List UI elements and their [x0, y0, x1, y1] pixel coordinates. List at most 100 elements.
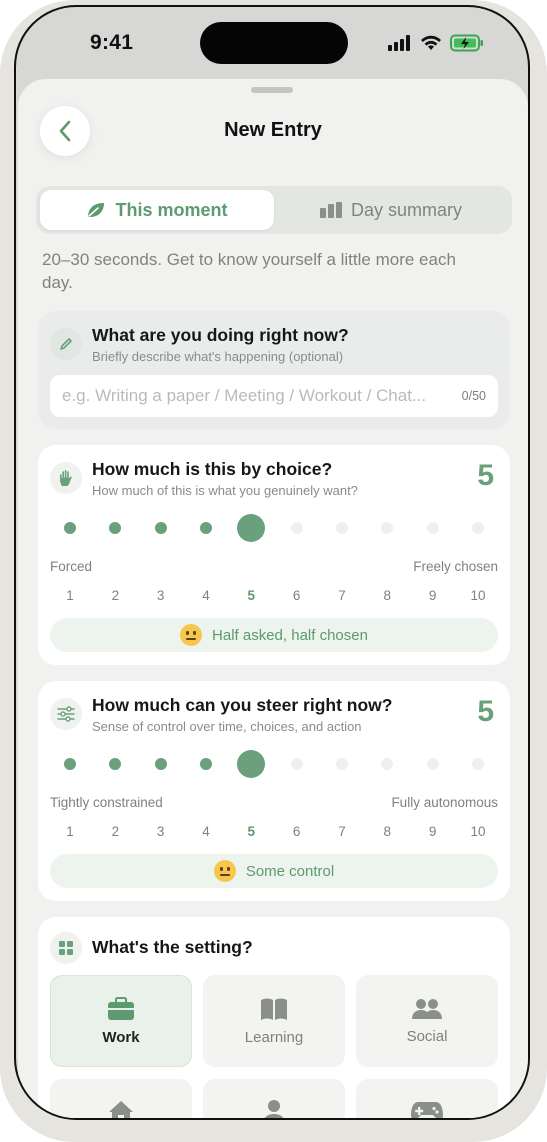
- steer-scale-number: 2: [111, 824, 120, 839]
- steer-scale-dot: [109, 758, 122, 770]
- sliders-icon: [57, 706, 75, 722]
- page-title: New Entry: [224, 119, 322, 141]
- choice-scale-number: 3: [156, 588, 165, 603]
- phone-screen: 9:41 New Entry This moment Day summary 2…: [16, 7, 528, 1118]
- setting-tile-work[interactable]: Work: [50, 975, 192, 1067]
- choice-scale-step[interactable]: [464, 522, 492, 534]
- book-icon: [261, 998, 287, 1020]
- entry-sheet: New Entry This moment Day summary 20–30 …: [18, 79, 528, 1118]
- steer-scale-number: 9: [428, 824, 437, 839]
- steer-card: How much can you steer right now? Sense …: [38, 681, 510, 901]
- steer-scale-dot: [335, 758, 348, 770]
- pencil-icon: [60, 338, 72, 350]
- steer-scale-ends: Tightly constrained Fully autonomous: [50, 795, 498, 810]
- bar-chart-icon: [319, 202, 342, 218]
- choice-scale-step[interactable]: [328, 522, 356, 534]
- choice-scale-dot: [154, 522, 167, 534]
- steer-scale-step[interactable]: [56, 758, 84, 770]
- choice-subtitle: How much of this is what you genuinely w…: [92, 483, 358, 498]
- setting-card: What's the setting? Work Learning Social: [38, 917, 510, 1118]
- steer-scale-step[interactable]: [237, 750, 266, 778]
- choice-score: 5: [477, 459, 494, 492]
- choice-scale-number: 9: [428, 588, 437, 603]
- choice-scale-number: 5: [247, 588, 256, 603]
- home-icon: [109, 1101, 133, 1118]
- choice-scale-step[interactable]: [237, 514, 266, 542]
- steer-scale-step[interactable]: [373, 758, 401, 770]
- tab-day-summary[interactable]: Day summary: [274, 190, 508, 230]
- steer-scale-dot: [381, 758, 394, 770]
- choice-scale-dot: [471, 522, 484, 534]
- setting-tile-home[interactable]: [50, 1079, 192, 1118]
- choice-title: How much is this by choice?: [92, 459, 333, 479]
- tile-label: Learning: [244, 1028, 304, 1046]
- dynamic-island: [200, 22, 348, 64]
- character-counter: 0/50: [461, 389, 486, 403]
- choice-scale-step[interactable]: [419, 522, 447, 534]
- choice-scale-step[interactable]: [283, 522, 311, 534]
- status-bar: 9:41: [16, 7, 528, 79]
- setting-tile-play[interactable]: [356, 1079, 498, 1118]
- choice-scale-dot: [335, 522, 348, 534]
- neutral-face-icon: [213, 860, 236, 882]
- leaf-icon: [88, 203, 105, 217]
- choice-slider[interactable]: [50, 513, 498, 543]
- steer-scale-step[interactable]: [419, 758, 447, 770]
- choice-scale-dot: [64, 522, 76, 534]
- choice-slider-thumb: [237, 514, 266, 542]
- wifi-icon: [421, 35, 441, 50]
- choice-scale-number: 6: [292, 588, 301, 603]
- steer-scale-step[interactable]: [101, 758, 129, 770]
- hand-badge: [50, 462, 82, 494]
- steer-scale-number: 4: [202, 824, 210, 839]
- steer-scale-number: 8: [383, 824, 392, 839]
- steer-scale-step[interactable]: [147, 758, 175, 770]
- choice-scale-numbers: 1 2 3 4 5 6 7 8 9 10: [50, 588, 498, 603]
- setting-tile-social[interactable]: Social: [356, 975, 498, 1067]
- doing-input-box: 0/50: [50, 375, 498, 417]
- steer-max-label: Fully autonomous: [391, 795, 498, 810]
- steer-scale-dot: [290, 758, 303, 770]
- choice-scale-step[interactable]: [192, 522, 220, 534]
- pencil-badge: [50, 328, 82, 360]
- choice-scale-ends: Forced Freely chosen: [50, 559, 498, 574]
- steer-scale-step[interactable]: [283, 758, 311, 770]
- steer-scale-step[interactable]: [192, 758, 220, 770]
- choice-card: How much is this by choice? How much of …: [38, 445, 510, 665]
- choice-scale-number: 4: [202, 588, 210, 603]
- setting-tile-personal[interactable]: [203, 1079, 345, 1118]
- choice-verdict-text: Half asked, half chosen: [212, 626, 368, 644]
- doing-card: What are you doing right now? Briefly de…: [38, 311, 510, 429]
- status-icons: [388, 34, 484, 52]
- steer-scale-number: 3: [156, 824, 165, 839]
- setting-tile-learning[interactable]: Learning: [203, 975, 345, 1067]
- choice-scale-step[interactable]: [147, 522, 175, 534]
- steer-scale-dot: [199, 758, 212, 770]
- choice-scale-number: 8: [383, 588, 392, 603]
- steer-scale-step[interactable]: [464, 758, 492, 770]
- steer-scale-dot: [154, 758, 167, 770]
- steer-slider[interactable]: [50, 749, 498, 779]
- gamepad-icon: [411, 1102, 443, 1118]
- choice-scale-dot: [199, 522, 212, 534]
- doing-subtitle: Briefly describe what's happening (optio…: [92, 349, 344, 364]
- steer-title: How much can you steer right now?: [92, 695, 393, 715]
- sheet-grabber[interactable]: [251, 87, 293, 93]
- steer-slider-thumb: [237, 750, 266, 778]
- choice-scale-step[interactable]: [101, 522, 129, 534]
- steer-scale-dot: [471, 758, 484, 770]
- choice-scale-number: 2: [111, 588, 120, 603]
- steer-scale-step[interactable]: [328, 758, 356, 770]
- tab-this-moment[interactable]: This moment: [40, 190, 274, 230]
- neutral-face-icon: [180, 624, 203, 646]
- choice-scale-dot: [426, 522, 439, 534]
- steer-scale-dot: [64, 758, 76, 770]
- choice-scale-step[interactable]: [373, 522, 401, 534]
- briefcase-icon: [108, 996, 134, 1020]
- sliders-badge: [50, 698, 82, 730]
- choice-scale-step[interactable]: [56, 522, 84, 534]
- battery-charging-icon: [450, 34, 483, 52]
- choice-scale-dot: [109, 522, 122, 534]
- doing-input[interactable]: [62, 386, 454, 406]
- choice-max-label: Freely chosen: [413, 559, 498, 574]
